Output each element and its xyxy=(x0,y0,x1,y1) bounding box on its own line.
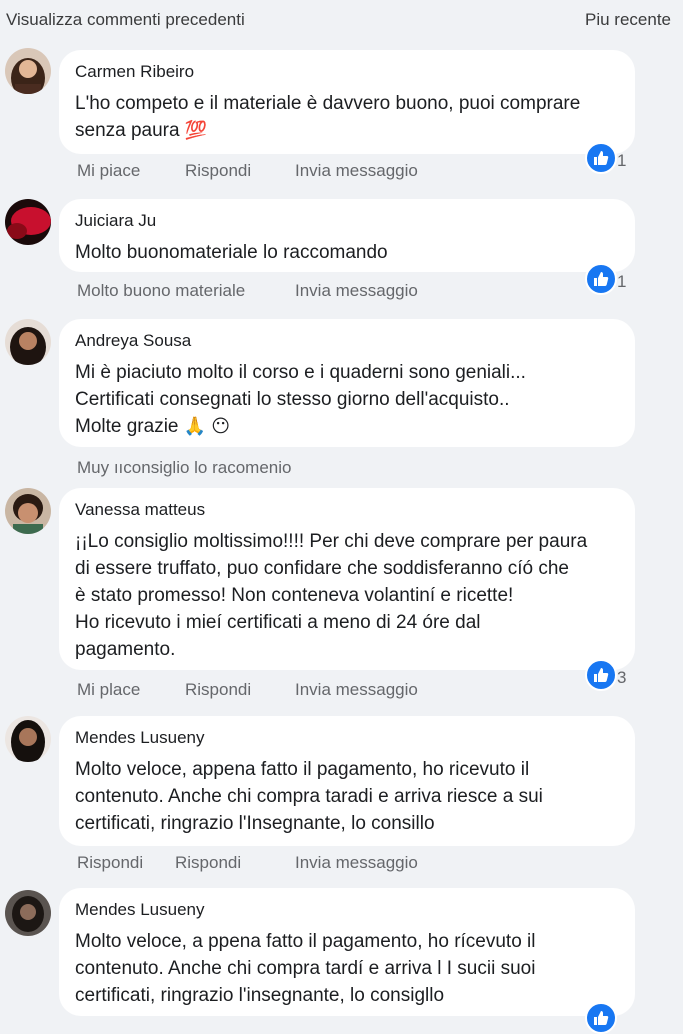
comment-line: Molto veloce, appena fatto il pagamento,… xyxy=(75,759,530,780)
avatar[interactable] xyxy=(5,716,51,762)
sort-dropdown[interactable]: Piu recente xyxy=(585,10,671,30)
avatar[interactable] xyxy=(5,890,51,936)
comment-bubble: Vanessa matteus ¡¡Lo consiglio moltissim… xyxy=(59,488,635,670)
pray-emoji: 🙏 😶 xyxy=(183,416,230,436)
comment-bubble: Mendes Lusueny Molto veloce, a ppena fat… xyxy=(59,888,635,1016)
comment-line: contenuto. Anche chi compra tardí e arri… xyxy=(75,958,536,979)
comment-author[interactable]: Carmen Ribeiro xyxy=(75,62,619,82)
comment-text: Molto veloce, appena fatto il pagamento,… xyxy=(75,756,619,837)
like-action[interactable]: Mi place xyxy=(77,680,140,700)
view-previous-comments-link[interactable]: Visualizza commenti precedenti xyxy=(6,10,245,30)
comment-author[interactable]: Juiciara Ju xyxy=(75,211,619,231)
comment-text: ¡¡Lo consiglio moltissimo!!!! Per chi de… xyxy=(75,528,619,663)
reply-action[interactable]: Rispondi xyxy=(185,680,251,700)
like-reaction-badge[interactable] xyxy=(585,142,617,174)
send-message-action[interactable]: Invia messaggio xyxy=(295,680,418,700)
comment-line: certificati, ringrazio l'insegnante, lo … xyxy=(75,985,445,1006)
reply-action[interactable]: Rispondi xyxy=(77,853,143,873)
thumbs-up-icon xyxy=(594,272,609,286)
reply-text-action[interactable]: Muy ııconsiglio lo racomenio xyxy=(77,458,291,478)
send-message-action[interactable]: Invia messaggio xyxy=(295,853,418,873)
comment-line: pagamento. xyxy=(75,639,176,660)
comment-bubble: Andreya Sousa Mi è piaciuto molto il cor… xyxy=(59,319,635,447)
avatar[interactable] xyxy=(5,488,51,534)
comment-author[interactable]: Mendes Lusueny xyxy=(75,728,619,748)
comment-line: ¡¡Lo consiglio moltissimo!!!! Per chi de… xyxy=(75,531,588,552)
comment-line: è stato promesso! Non conteneva volantin… xyxy=(75,585,514,606)
comment-line: senza paura xyxy=(75,120,180,141)
comment-bubble: Carmen Ribeiro L'ho competo e il materia… xyxy=(59,50,635,154)
thumbs-up-icon xyxy=(594,151,609,165)
comment-line: L'ho competo e il materiale è davvero bu… xyxy=(75,93,581,114)
comments-header: Visualizza commenti precedenti Piu recen… xyxy=(0,0,683,40)
like-reaction-badge[interactable] xyxy=(585,659,617,691)
comment-text: Mi è piaciuto molto il corso e i quadern… xyxy=(75,359,619,440)
comment-line: di essere truffato, puo confidare che so… xyxy=(75,558,569,579)
comment-line: Certificati consegnati lo stesso giorno … xyxy=(75,389,510,410)
thumbs-up-icon xyxy=(594,668,609,682)
like-count: 1 xyxy=(617,151,627,170)
reply-action[interactable]: Rispondi xyxy=(175,853,241,873)
like-count: 1 xyxy=(617,272,627,291)
comment-bubble: Juiciara Ju Molto buonomateriale lo racc… xyxy=(59,199,635,272)
reply-text-action[interactable]: Molto buono materiale xyxy=(77,281,245,301)
comment-line: certificati, ringrazio l'Insegnante, lo … xyxy=(75,813,435,834)
comment-text: L'ho competo e il materiale è davvero bu… xyxy=(75,90,619,144)
send-message-action[interactable]: Invia messaggio xyxy=(295,281,418,301)
hundred-emoji: 💯 xyxy=(184,120,208,140)
comment-text: Molto buonomateriale lo raccomando xyxy=(75,239,619,266)
like-action[interactable]: Mi piace xyxy=(77,161,140,181)
comment-author[interactable]: Mendes Lusueny xyxy=(75,900,619,920)
comment-line: Molte grazie xyxy=(75,416,179,437)
like-count: 3 xyxy=(617,668,627,687)
comment-line: Molto veloce, a ppena fatto il pagamento… xyxy=(75,931,536,952)
avatar[interactable] xyxy=(5,199,51,245)
comment-author[interactable]: Vanessa matteus xyxy=(75,500,619,520)
reply-action[interactable]: Rispondi xyxy=(185,161,251,181)
comment-line: Molto buonomateriale lo raccomando xyxy=(75,242,388,263)
comment-line: Mi è piaciuto molto il corso e i quadern… xyxy=(75,362,526,383)
like-reaction-badge[interactable] xyxy=(585,1002,617,1034)
comment-line: Ho ricevuto i mieí certificati a meno di… xyxy=(75,612,481,633)
like-reaction-badge[interactable] xyxy=(585,263,617,295)
comment-author[interactable]: Andreya Sousa xyxy=(75,331,619,351)
comment-bubble: Mendes Lusueny Molto veloce, appena fatt… xyxy=(59,716,635,846)
avatar[interactable] xyxy=(5,48,51,94)
comment-text: Molto veloce, a ppena fatto il pagamento… xyxy=(75,928,619,1009)
comment-line: contenuto. Anche chi compra taradi e arr… xyxy=(75,786,543,807)
send-message-action[interactable]: Invia messaggio xyxy=(295,161,418,181)
avatar[interactable] xyxy=(5,319,51,365)
